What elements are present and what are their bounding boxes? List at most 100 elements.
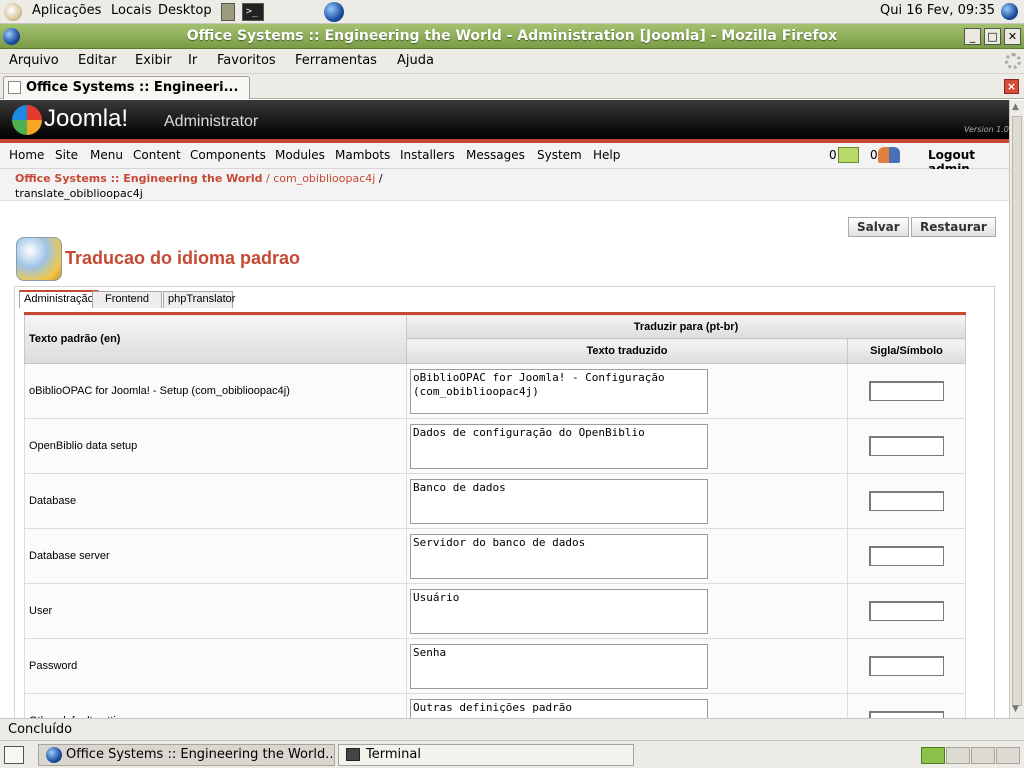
translated-text-cell: Dados de configuração do OpenBiblio: [406, 418, 848, 474]
network-globe-icon[interactable]: [1001, 3, 1018, 20]
scroll-thumb[interactable]: [1012, 116, 1022, 706]
tab-strip: Office Systems :: Engineeri... ×: [0, 74, 1024, 99]
header-translated-text: Texto traduzido: [406, 338, 848, 364]
symbol-input[interactable]: [869, 711, 944, 718]
menu-tools[interactable]: Ferramentas: [295, 53, 377, 68]
status-text: Concluído: [8, 722, 73, 737]
translated-text-input[interactable]: oBiblioOPAC for Joomla! - Configuração (…: [410, 368, 708, 414]
translated-text-input[interactable]: Outras definições padrão: [410, 698, 708, 718]
table-row: oBiblioOPAC for Joomla! - Setup (com_obi…: [24, 363, 966, 419]
menu-go[interactable]: Ir: [188, 53, 197, 68]
breadcrumb: Office Systems :: Engineering the World …: [0, 169, 1009, 201]
tab-frontend[interactable]: Frontend: [92, 291, 162, 308]
workspace-3[interactable]: [971, 747, 995, 764]
firefox-launcher-icon[interactable]: [324, 2, 344, 22]
restore-button[interactable]: Restaurar: [911, 217, 996, 237]
nav-help[interactable]: Help: [593, 148, 620, 162]
nav-modules[interactable]: Modules: [275, 148, 325, 162]
users-count: 0: [870, 148, 878, 162]
translated-text-input[interactable]: Dados de configuração do OpenBiblio: [410, 423, 708, 469]
symbol-input[interactable]: [869, 656, 944, 676]
nav-components[interactable]: Components: [190, 148, 266, 162]
menu-applications[interactable]: Aplicações: [32, 3, 101, 18]
users-icon[interactable]: [878, 147, 900, 163]
translated-text-input[interactable]: Banco de dados: [410, 478, 708, 524]
page-viewport: Joomla! Administrator Version 1.0 Home S…: [0, 100, 1009, 718]
symbol-cell: [847, 693, 966, 718]
default-text-cell: Password: [24, 638, 407, 694]
header-translate-to: Traduzir para (pt-br): [406, 312, 966, 339]
symbol-input[interactable]: [869, 546, 944, 566]
vertical-scrollbar[interactable]: ▲ ▼: [1009, 100, 1024, 718]
nav-content[interactable]: Content: [133, 148, 181, 162]
menu-help[interactable]: Ajuda: [397, 53, 434, 68]
text-editor-launcher-icon[interactable]: [221, 3, 235, 21]
breadcrumb-site[interactable]: Office Systems :: Engineering the World: [15, 172, 262, 185]
symbol-input[interactable]: [869, 381, 944, 401]
tab-phptranslator[interactable]: phpTranslator: [163, 291, 235, 308]
menu-places[interactable]: Locais: [111, 3, 151, 18]
close-tab-icon[interactable]: ×: [1004, 79, 1019, 94]
breadcrumb-component[interactable]: com_obiblioopac4j: [273, 172, 375, 185]
terminal-launcher-icon[interactable]: >_: [242, 3, 264, 21]
inbox-icon[interactable]: [838, 147, 859, 163]
menu-bookmarks[interactable]: Favoritos: [217, 53, 276, 68]
menu-file[interactable]: Arquivo: [9, 53, 59, 68]
translated-text-cell: Servidor do banco de dados: [406, 528, 848, 584]
taskbar-firefox[interactable]: Office Systems :: Engineering the World.…: [38, 744, 335, 766]
gnome-top-panel: Aplicações Locais Desktop >_ Qui 16 Fev,…: [0, 0, 1024, 24]
translated-text-cell: Usuário: [406, 583, 848, 639]
taskbar-terminal[interactable]: Terminal: [338, 744, 634, 766]
scroll-down-icon[interactable]: ▼: [1012, 704, 1019, 714]
favicon-icon: [8, 81, 21, 94]
tab-administration[interactable]: Administração: [19, 290, 99, 308]
translated-text-input[interactable]: Usuário: [410, 588, 708, 634]
nav-menu[interactable]: Menu: [90, 148, 123, 162]
table-row: Database Banco de dados: [24, 473, 966, 529]
maximize-button[interactable]: □: [984, 28, 1001, 45]
throbber-icon: [1005, 53, 1021, 69]
nav-mambots[interactable]: Mambots: [335, 148, 390, 162]
translated-text-input[interactable]: Servidor do banco de dados: [410, 533, 708, 579]
breadcrumb-separator: /: [265, 172, 270, 185]
breadcrumb-page: translate_obiblioopac4j: [15, 187, 143, 200]
window-titlebar[interactable]: Office Systems :: Engineering the World …: [0, 24, 1024, 49]
symbol-cell: [847, 418, 966, 474]
translated-text-input[interactable]: Senha: [410, 643, 708, 689]
firefox-icon: [46, 747, 62, 763]
default-text-cell: User: [24, 583, 407, 639]
nav-site[interactable]: Site: [55, 148, 78, 162]
tab-label: Office Systems :: Engineeri...: [26, 80, 239, 95]
header-symbol: Sigla/Símbolo: [847, 338, 966, 364]
default-text-cell: Database server: [24, 528, 407, 584]
workspace-4[interactable]: [996, 747, 1020, 764]
joomla-header: Joomla! Administrator Version 1.0: [0, 100, 1009, 142]
messages-count: 0: [829, 148, 837, 162]
clock[interactable]: Qui 16 Fev, 09:35: [880, 3, 995, 18]
symbol-input[interactable]: [869, 491, 944, 511]
nav-installers[interactable]: Installers: [400, 148, 455, 162]
save-button[interactable]: Salvar: [848, 217, 909, 237]
close-button[interactable]: ✕: [1004, 28, 1021, 45]
symbol-cell: [847, 638, 966, 694]
symbol-input[interactable]: [869, 436, 944, 456]
nav-system[interactable]: System: [537, 148, 582, 162]
show-desktop-icon[interactable]: [4, 746, 24, 764]
menu-edit[interactable]: Editar: [78, 53, 117, 68]
browser-tab[interactable]: Office Systems :: Engineeri...: [3, 76, 250, 99]
scroll-up-icon[interactable]: ▲: [1012, 102, 1019, 112]
gnome-logo-icon[interactable]: [4, 3, 22, 21]
nav-messages[interactable]: Messages: [466, 148, 525, 162]
status-bar: Concluído: [0, 718, 1024, 740]
nav-home[interactable]: Home: [9, 148, 44, 162]
admin-nav: Home Site Menu Content Components Module…: [0, 143, 1009, 176]
symbol-input[interactable]: [869, 601, 944, 621]
default-text-cell: oBiblioOPAC for Joomla! - Setup (com_obi…: [24, 363, 407, 419]
workspace-2[interactable]: [946, 747, 970, 764]
menu-view[interactable]: Exibir: [135, 53, 172, 68]
workspace-1[interactable]: [921, 747, 945, 764]
menu-desktop[interactable]: Desktop: [158, 3, 212, 18]
minimize-button[interactable]: _: [964, 28, 981, 45]
joomla-logo-icon: [12, 105, 42, 135]
symbol-cell: [847, 473, 966, 529]
